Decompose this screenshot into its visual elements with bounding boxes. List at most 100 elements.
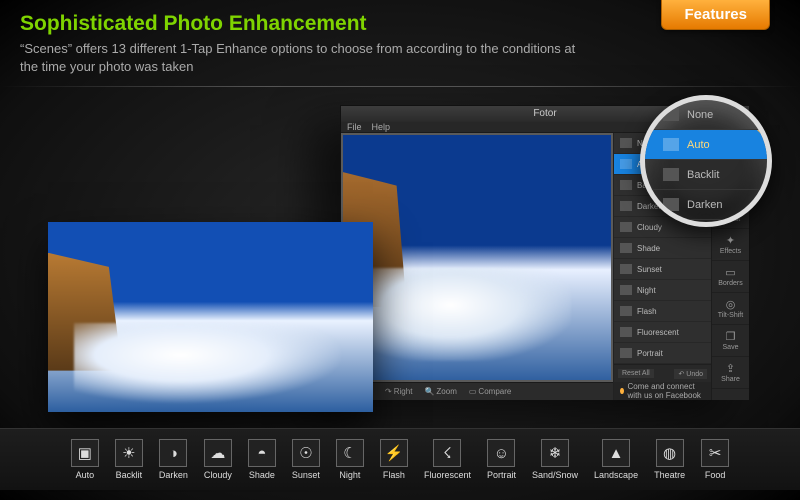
scene-strip: ▣Auto ☀ Backlit ◑Darken ☁ Cloudy ◓ Shade ☉Sunset…	[0, 428, 800, 490]
sand/snow-icon: ❄	[541, 439, 569, 467]
compare-button[interactable]: ▭Compare	[465, 386, 515, 397]
scene-item-label: Fluorescent	[637, 328, 679, 337]
rotate-right-button[interactable]: ↷Right	[381, 386, 416, 397]
rotate-right-label: Right	[394, 387, 413, 396]
lens-thumb-icon	[663, 198, 679, 211]
scene-thumb-icon	[620, 327, 632, 337]
scene-item-flash[interactable]: Flash	[614, 301, 711, 322]
lens-item-label: Auto	[687, 139, 710, 151]
scene-item-label: Shade	[637, 244, 660, 253]
backlit-icon: ☀	[115, 439, 143, 467]
tool-tiltshift[interactable]: ◎Tilt-Shift	[712, 293, 749, 325]
save-icon: ❐	[726, 330, 736, 343]
strip-item-theatre[interactable]: ◍ Theatre	[654, 439, 685, 480]
canvas-toolbar: ↶Left ↷Right 🔍Zoom ▭Compare	[341, 382, 613, 400]
canvas-column: ↶Left ↷Right 🔍Zoom ▭Compare	[341, 133, 613, 400]
scene-item-portrait[interactable]: Portrait	[614, 343, 711, 364]
strip-item-label: Theatre	[654, 470, 685, 480]
scene-thumb-icon	[620, 180, 632, 190]
strip-item-landscape[interactable]: ▲Landscape	[594, 439, 638, 480]
tool-label: Effects	[720, 248, 741, 255]
scene-item-fluorescent[interactable]: Fluorescent	[614, 322, 711, 343]
strip-item-fluorescent[interactable]: ☇ Fluorescent	[424, 439, 471, 480]
lens-item-auto[interactable]: Auto	[645, 130, 767, 160]
strip-item-backlit[interactable]: ☀ Backlit	[115, 439, 143, 480]
magnifier-lens: None Auto Backlit Darken	[640, 95, 772, 227]
features-button[interactable]: Features	[661, 0, 770, 30]
large-photo-preview	[48, 222, 373, 412]
scene-item-label: Flash	[637, 307, 657, 316]
scene-item-label: Night	[637, 286, 656, 295]
cloudy-icon: ☁	[204, 439, 232, 467]
flash-icon: ⚡	[380, 439, 408, 467]
undo-button[interactable]: ↶ Undo	[674, 369, 707, 379]
reset-all-button[interactable]: Reset All	[618, 369, 654, 378]
undo-label: Undo	[686, 371, 703, 378]
zoom-button[interactable]: 🔍Zoom	[420, 386, 460, 397]
strip-item-shade[interactable]: ◓ Shade	[248, 439, 276, 480]
night-icon: ☾	[336, 439, 364, 467]
strip-item-sunset[interactable]: ☉Sunset	[292, 439, 320, 480]
strip-item-label: Night	[339, 470, 360, 480]
strip-item-food[interactable]: ✂Food	[701, 439, 729, 480]
scene-thumb-icon	[620, 285, 632, 295]
strip-item-label: Landscape	[594, 470, 638, 480]
scene-item-label: Portrait	[637, 349, 663, 358]
strip-item-label: Flash	[383, 470, 405, 480]
strip-item-auto[interactable]: ▣Auto	[71, 439, 99, 480]
lens-item-label: None	[687, 109, 713, 121]
borders-icon: ▭	[725, 266, 735, 279]
menu-file[interactable]: File	[347, 122, 362, 132]
strip-item-label: Sand/Snow	[532, 470, 578, 480]
strip-item-cloudy[interactable]: ☁ Cloudy	[204, 439, 232, 480]
menu-help[interactable]: Help	[372, 122, 391, 132]
strip-item-label: Fluorescent	[424, 470, 471, 480]
compare-icon: ▭	[469, 387, 477, 396]
compare-label: Compare	[478, 387, 511, 396]
scene-thumb-icon	[620, 138, 632, 148]
lens-thumb-icon	[663, 138, 679, 151]
social-footer[interactable]: Come and connect with us on Facebook	[614, 382, 711, 400]
tool-borders[interactable]: ▭Borders	[712, 261, 749, 293]
zoom-label: Zoom	[436, 387, 456, 396]
strip-item-flash[interactable]: ⚡ Flash	[380, 439, 408, 480]
strip-item-portrait[interactable]: ☺Portrait	[487, 439, 516, 480]
scene-item-night[interactable]: Night	[614, 280, 711, 301]
strip-item-darken[interactable]: ◑Darken	[159, 439, 188, 480]
portrait-icon: ☺	[487, 439, 515, 467]
scene-thumb-icon	[620, 222, 632, 232]
shade-icon: ◓	[248, 439, 276, 467]
tool-label: Tilt-Shift	[718, 312, 743, 319]
scenes-footer: Reset All ↶ Undo	[614, 364, 711, 382]
rotate-right-icon: ↷	[385, 387, 392, 396]
share-icon: ⇪	[726, 362, 735, 375]
lens-item-label: Darken	[687, 199, 722, 211]
lens-item-label: Backlit	[687, 169, 719, 181]
scene-item-sunset[interactable]: Sunset	[614, 259, 711, 280]
tool-save[interactable]: ❐Save	[712, 325, 749, 357]
app-title: Fotor	[533, 108, 556, 119]
strip-item-night[interactable]: ☾ Night	[336, 439, 364, 480]
scene-item-shade[interactable]: Shade	[614, 238, 711, 259]
strip-item-label: Sunset	[292, 470, 320, 480]
social-message: Come and connect with us on Facebook	[628, 382, 711, 400]
page-subtitle: “Scenes” offers 13 different 1-Tap Enhan…	[20, 40, 580, 76]
strip-item-label: Shade	[249, 470, 275, 480]
scene-thumb-icon	[620, 348, 632, 358]
fluorescent-icon: ☇	[433, 439, 461, 467]
tool-effects[interactable]: ✦Effects	[712, 229, 749, 261]
scene-item-label: Sunset	[637, 265, 662, 274]
scene-item-label: Cloudy	[637, 223, 662, 232]
photo-canvas[interactable]	[343, 135, 611, 380]
strip-item-label: Darken	[159, 470, 188, 480]
strip-item-sandsnow[interactable]: ❄ Sand/Snow	[532, 439, 578, 480]
strip-item-label: Backlit	[116, 470, 143, 480]
theatre-icon: ◍	[656, 439, 684, 467]
zoom-icon: 🔍	[424, 387, 434, 396]
tool-share[interactable]: ⇪Share	[712, 357, 749, 389]
strip-item-label: Cloudy	[204, 470, 232, 480]
tool-label: Save	[723, 344, 739, 351]
page-header: Sophisticated Photo Enhancement “Scenes”…	[0, 0, 800, 76]
lens-item-backlit[interactable]: Backlit	[645, 160, 767, 190]
stage: Fotor – ▢ × File Help ↶Left ↷Right 🔍Zoom…	[0, 87, 800, 417]
